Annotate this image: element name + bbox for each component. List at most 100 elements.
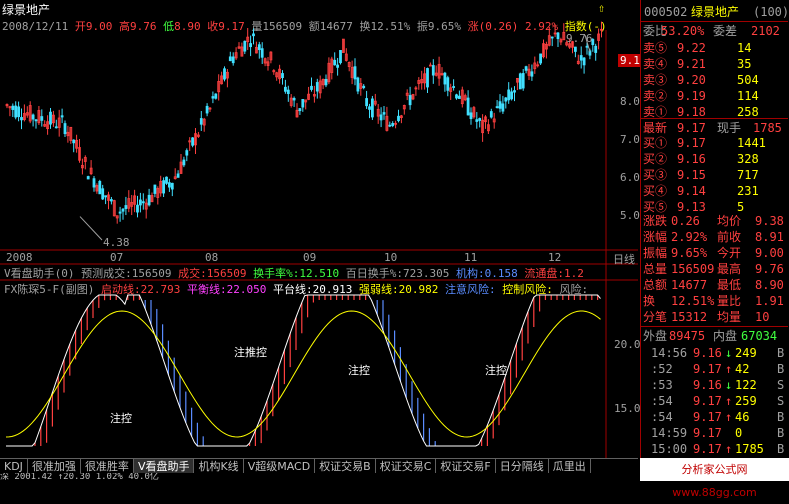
candle-body (469, 112, 473, 120)
candle-body (260, 48, 264, 58)
candle-body (176, 173, 180, 178)
candle-body (185, 150, 189, 156)
candle-body (408, 95, 412, 106)
tab-6[interactable]: 权证交易B (315, 459, 376, 474)
candle-body (98, 180, 102, 195)
candle-body (165, 176, 168, 184)
stat-row: 分笔 15312 均量 10 (643, 310, 770, 324)
candle-body (370, 98, 374, 118)
candle-body (501, 103, 505, 112)
candle-body (457, 95, 461, 99)
sub-line-yellow (5, 310, 601, 438)
sub-indicator-chart (5, 294, 601, 447)
tab-1[interactable]: 很准加强 (28, 459, 81, 474)
watermark-banner: 分析家公式网www.88gg.com (640, 458, 789, 499)
weibi-row: 委比 53.20% 委差 2102 (641, 21, 788, 40)
candle-body (489, 111, 493, 118)
candle-body (199, 118, 203, 125)
candle-body (281, 73, 284, 79)
tab-5[interactable]: V超级MACD (244, 459, 316, 474)
candle-body (594, 45, 598, 53)
candle-body (153, 184, 157, 194)
stock-code-row: 000502 绿景地产 (100) (644, 5, 789, 19)
candle-body (54, 126, 58, 129)
index-status-bar: 深 2001.42 ↑20.30 1.02% 40.0亿 (0, 473, 638, 481)
candle-body (582, 57, 586, 66)
kline-chart[interactable] (0, 0, 638, 458)
candle-body (510, 91, 514, 100)
candle-body (379, 114, 383, 121)
candle-body (539, 53, 542, 64)
period-label[interactable]: 日线 (613, 251, 635, 267)
month-label: 11 (464, 251, 478, 264)
tab-10[interactable]: 瓜里出 (549, 459, 591, 474)
candle-body (339, 50, 342, 64)
candle-body (498, 101, 502, 109)
candle-body (579, 55, 583, 61)
candle-body (257, 44, 261, 51)
tab-8[interactable]: 权证交易F (436, 459, 496, 474)
candle-body (466, 97, 470, 116)
low-note: 4.38 (103, 236, 130, 249)
indicator2-line: FX陈琛5-F(副图) 启动线:22.793 平衡线:22.050 平台线:20… (4, 283, 589, 296)
candle-body (231, 56, 235, 64)
candle-body (452, 86, 456, 88)
candle-body (40, 116, 44, 121)
candle-body (228, 56, 232, 62)
candlesticks (5, 21, 603, 241)
indicator1-line: V看盘助手(0) 预测成交:156509 成交:156509 换手率%:12.5… (4, 267, 584, 280)
high-note: 9.76 (566, 32, 593, 45)
candle-body (20, 117, 23, 121)
candle-body (292, 97, 296, 101)
candle-body (426, 68, 429, 88)
candle-body (121, 208, 125, 212)
candle-body (223, 68, 226, 80)
candle-body (124, 205, 128, 210)
candle-body (495, 106, 499, 109)
candle-body (31, 114, 35, 120)
month-label: 08 (205, 251, 219, 264)
candle-body (11, 105, 15, 110)
tab-2[interactable]: 很准胜率 (81, 459, 134, 474)
up-arrow-icon[interactable]: ⇧ (598, 1, 605, 15)
candle-body (574, 46, 577, 52)
candle-body (518, 73, 522, 90)
month-label: 07 (110, 251, 124, 264)
candle-body (310, 85, 313, 90)
candle-body (141, 201, 145, 204)
month-label: 2008 (6, 251, 33, 264)
candle-body (86, 176, 90, 180)
candle-body (60, 115, 64, 118)
tab-4[interactable]: 机构K线 (194, 459, 244, 474)
candle-body (92, 178, 96, 188)
candle-body (382, 112, 386, 115)
candle-body (478, 118, 482, 121)
candle-body (110, 199, 113, 202)
candle-body (170, 182, 174, 190)
candle-body (118, 211, 122, 214)
tab-9[interactable]: 日分隔线 (496, 459, 549, 474)
tick-row: 15:00 9.17 ↑ 1785 B (651, 442, 785, 456)
tab-7[interactable]: 权证交易C (376, 459, 437, 474)
chart-area[interactable]: 绿景地产 2008/12/11 开9.00 高9.76 低8.90 收9.17 … (0, 0, 649, 458)
sub-line-white (6, 294, 601, 447)
candle-body (211, 96, 215, 99)
candle-body (252, 33, 255, 37)
candle-body (504, 97, 508, 102)
candle-body (397, 115, 400, 122)
candle-body (147, 194, 151, 206)
tab-3[interactable]: V看盘助手 (133, 459, 195, 474)
tab-0[interactable]: KDJ (0, 459, 28, 474)
candle-body (336, 64, 340, 68)
signal-note: 注控 (348, 364, 370, 377)
signal-note: 注控 (485, 364, 507, 377)
candle-body (136, 204, 139, 213)
candle-body (162, 180, 166, 194)
candle-body (301, 99, 305, 108)
candle-body (530, 71, 534, 77)
candle-body (63, 123, 67, 135)
candle-body (455, 94, 458, 99)
candle-body (191, 137, 195, 146)
candle-body (431, 65, 435, 76)
candle-body (550, 36, 554, 39)
